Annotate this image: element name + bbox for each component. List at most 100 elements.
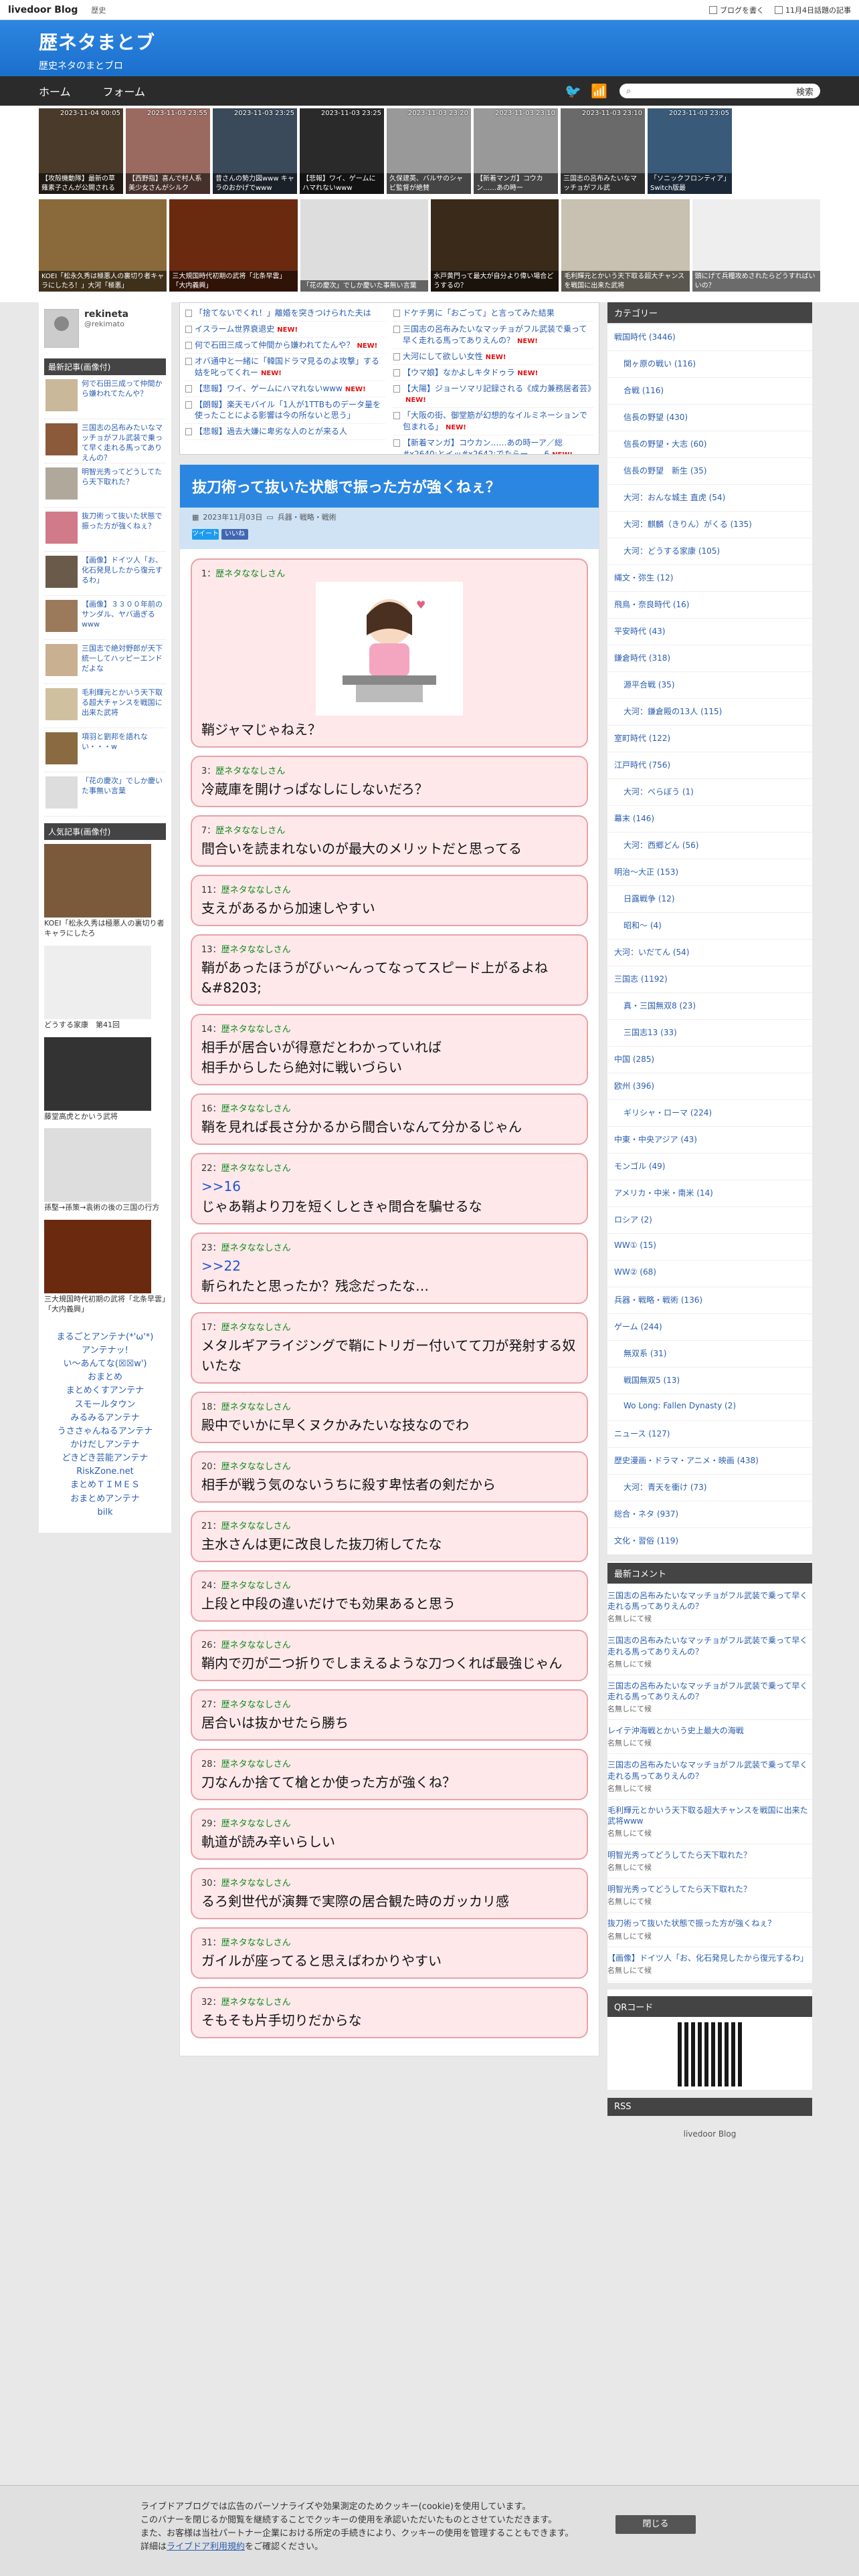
category-link[interactable]: 中東・中央アジア (43)	[607, 1127, 812, 1154]
comment-article-link[interactable]: 毛利輝元とかいう天下取る超大チャンスを戦国に出来た武将www	[607, 1805, 812, 1826]
news-title[interactable]: オバ通中と一緒に「韓国ドラマ見るのよ攻撃」する姑を叱ってくれー	[195, 356, 379, 377]
antenna-link[interactable]: まるごとアンテナ(*'ω'*)	[44, 1331, 166, 1344]
thumbnail-caption[interactable]: 【新着マンガ】コウカン……あの時ー	[474, 173, 558, 194]
featured-caption[interactable]: 頭にげて兵糧攻めされたらどうすればいいの？	[692, 271, 820, 292]
news-item[interactable]: 【ウマ娘】なかよしキタドゥラ NEW!	[393, 365, 593, 381]
news-item[interactable]: 【大陽】ジョーソマリ記録される《成力兼務居者芸》 NEW!	[393, 381, 595, 409]
news-item[interactable]: 【悲報】ワイ、ゲームにハマれないwww NEW!	[185, 381, 385, 397]
recent-title[interactable]: 【画像】ドイツ人「お、化石発見したから復元するわ」	[82, 556, 165, 591]
category-link[interactable]: 信長の野望 新生 (35)	[607, 458, 812, 485]
popular-title[interactable]: どうする家康 第41回	[44, 1021, 166, 1031]
search-button[interactable]: 検索	[796, 85, 814, 98]
category-link[interactable]: 大河：どうする家康 (105)	[607, 538, 812, 565]
category-link[interactable]: WW② (68)	[607, 1261, 812, 1287]
recent-item[interactable]: 明智光秀ってどうしてたら天下取れた？	[44, 463, 166, 508]
article-category[interactable]: 兵器・戦略・戦術	[278, 512, 337, 522]
thumbnail-card[interactable]: 2023-11-03 23:25 【悲報】ワイ、ゲームにハマれないwww	[300, 108, 384, 194]
featured-card[interactable]: KOEI「松永久秀は極悪人の裏切り者キャラにしたろ！」大河「極悪」	[39, 199, 167, 292]
news-title[interactable]: 「大阪の街、御堂筋が幻想的なイルミネーションで包まれる」	[403, 411, 587, 431]
thumbnail-card[interactable]: 2023-11-03 23:05 「ソニックフロンティア」Switch版最	[648, 108, 732, 194]
recent-thumb[interactable]	[45, 556, 78, 588]
category-link[interactable]: Wo Long: Fallen Dynasty (2)	[607, 1394, 812, 1421]
popular-title[interactable]: 藤堂高虎とかいう武将	[44, 1112, 166, 1122]
nav-form[interactable]: フォーム	[103, 83, 146, 99]
category-link[interactable]: 大河：いだてん (54)	[607, 940, 812, 966]
recent-thumb[interactable]	[45, 423, 78, 455]
recent-item[interactable]: 毛利輝元とかいう天下取る超大チャンスを戦国に出来た武将	[44, 684, 166, 728]
news-title[interactable]: 三国志の呂布みたいなマッチョがフル武装で乗って早く走れる馬ってありえんの？	[403, 324, 587, 345]
comment-article-link[interactable]: 【画像】ドイツ人「お、化石発見したから復元するわ」	[607, 1953, 812, 1963]
antenna-link[interactable]: おまとめアンテナ	[44, 1493, 166, 1506]
news-item[interactable]: 大河にして欲しい女性 NEW!	[393, 349, 593, 365]
category-link[interactable]: 縄文・弥生 (12)	[607, 565, 812, 592]
comment-article-link[interactable]: 三国志の呂布みたいなマッチョがフル武装で乗って早く走れる馬ってありえんの？	[607, 1759, 812, 1781]
news-title[interactable]: 大河にして欲しい女性	[403, 352, 483, 361]
popular-thumb[interactable]	[44, 945, 151, 1019]
news-title[interactable]: 何で石田三成って仲間から嫌われてたんや？	[195, 340, 354, 350]
popular-thumb[interactable]	[44, 1037, 151, 1111]
comment-article-link[interactable]: レイテ沖海戦とかいう史上最大の海戦	[607, 1725, 812, 1736]
featured-caption[interactable]: 三大規国時代初期の武将「北条早雲」「大内義興」	[169, 271, 298, 292]
comment-article-link[interactable]: 三国志の呂布みたいなマッチョがフル武装で乗って早く走れる馬ってありえんの？	[607, 1635, 812, 1656]
thumbnail-caption[interactable]: 【悲報】ワイ、ゲームにハマれないwww	[300, 173, 384, 194]
avatar[interactable]	[44, 309, 79, 348]
write-blog-link[interactable]: ブログを書く	[709, 5, 764, 15]
thumbnail-caption[interactable]: 三国志の呂布みたいなマッチョがフル武	[561, 173, 645, 194]
category-link[interactable]: 真・三国無双8 (23)	[607, 993, 812, 1020]
antenna-link[interactable]: い～あんてな(☒☒w')	[44, 1358, 166, 1371]
category-link[interactable]: 平安時代 (43)	[607, 619, 812, 645]
antenna-link[interactable]: かけだしアンテナ	[44, 1438, 166, 1452]
comment-article-link[interactable]: 明智光秀ってどうしてたら天下取れた？	[607, 1884, 812, 1895]
news-title[interactable]: イスラーム世界衰退史	[195, 324, 274, 334]
category-link[interactable]: 信長の野望・大志 (60)	[607, 431, 812, 458]
category-link[interactable]: 兵器・戦略・戦術 (136)	[607, 1287, 812, 1314]
antenna-link[interactable]: まとめＴＩＭＥＳ	[44, 1479, 166, 1492]
category-link[interactable]: ニュース (127)	[607, 1421, 812, 1448]
thumbnail-card[interactable]: 2023-11-03 23:55 【西野指】喜んで村人系美少女さんがシルク	[126, 108, 210, 194]
antenna-link[interactable]: bilk	[44, 1506, 166, 1519]
featured-caption[interactable]: 毛利輝元とかいう天下取る超大チャンスを戦国に出来た武将	[561, 271, 690, 292]
popular-title[interactable]: 三大規国時代初期の武将「北条早雲」「大内義興」	[44, 1295, 166, 1315]
news-item[interactable]: 【朗報】楽天モバイル「1人が1TTBものデータ量を使ったことによる影響は今の所な…	[185, 397, 385, 425]
nav-home[interactable]: ホーム	[39, 83, 71, 99]
category-link[interactable]: 歴史漫画・ドラマ・アニメ・映画 (438)	[607, 1448, 812, 1475]
news-title[interactable]: 【ウマ娘】なかよしキタドゥラ	[403, 368, 514, 377]
news-title[interactable]: 【大陽】ジョーソマリ記録される《成力兼務居者芸》	[403, 384, 595, 393]
reply-anchor[interactable]: >>22	[201, 1256, 577, 1276]
thumbnail-card[interactable]: 2023-11-03 23:20 久保建英、バルサのシャビ監督が絶賛	[387, 108, 471, 194]
category-link[interactable]: 大河：鎌倉殿の13人 (115)	[607, 699, 812, 726]
recent-thumb[interactable]	[45, 467, 78, 500]
recent-title[interactable]: 明智光秀ってどうしてたら天下取れた？	[82, 467, 165, 503]
category-link[interactable]: 昭和～ (4)	[607, 913, 812, 940]
category-link[interactable]: 大河：青天を衝け (73)	[607, 1475, 812, 1501]
recent-thumb[interactable]	[45, 644, 78, 676]
profile-name[interactable]: rekineta	[84, 309, 128, 320]
topic-articles-link[interactable]: 11月4日話題の記事	[775, 5, 851, 15]
twitter-icon[interactable]: 🐦	[565, 83, 581, 99]
category-link[interactable]: ギリシャ・ローマ (224)	[607, 1100, 812, 1127]
thumbnail-caption[interactable]: 昔さんの勢力図www キャラのおかげでwww	[213, 173, 297, 194]
featured-card[interactable]: 頭にげて兵糧攻めされたらどうすればいいの？	[692, 199, 820, 292]
thumbnail-card[interactable]: 2023-11-03 23:25 昔さんの勢力図www キャラのおかげでwww	[213, 108, 297, 194]
category-link[interactable]: 三国志 (1192)	[607, 966, 812, 993]
category-link[interactable]: 三国志13 (33)	[607, 1020, 812, 1047]
recent-thumb[interactable]	[45, 512, 78, 544]
popular-title[interactable]: 孫堅→孫策→袁術の後の三国の行方	[44, 1203, 166, 1213]
recent-title[interactable]: 【画像】３３００年前のサンダル、ヤバ過ぎるwww	[82, 600, 165, 635]
comment-article-link[interactable]: 三国志の呂布みたいなマッチョがフル武装で乗って早く走れる馬ってありえんの？	[607, 1590, 812, 1612]
thumbnail-caption[interactable]: 久保建英、バルサのシャビ監督が絶賛	[387, 173, 471, 194]
recent-title[interactable]: 三国志の呂布みたいなマッチョがフル武装で乗って早く走れる馬ってありえんの？	[82, 423, 165, 462]
category-link[interactable]: 室町時代 (122)	[607, 726, 812, 752]
category-link[interactable]: 戦国時代 (3446)	[607, 324, 812, 351]
recent-thumb[interactable]	[45, 776, 78, 809]
blog-title[interactable]: 歴ネタまとブ	[39, 28, 859, 55]
news-title[interactable]: 【悲報】過去大嫌に卑劣な人のとが来る人	[195, 427, 347, 436]
featured-card[interactable]: 三大規国時代初期の武将「北条早雲」「大内義興」	[169, 199, 298, 292]
comment-article-link[interactable]: 三国志の呂布みたいなマッチョがフル武装で乗って早く走れる馬ってありえんの？	[607, 1681, 812, 1702]
recent-item[interactable]: 「花の慶次」でしか慶いた事無い言葉	[44, 772, 166, 817]
recent-item[interactable]: 【画像】３３００年前のサンダル、ヤバ過ぎるwww	[44, 596, 166, 640]
recent-thumb[interactable]	[45, 732, 78, 764]
news-title[interactable]: 【悲報】ワイ、ゲームにハマれないwww	[195, 384, 343, 393]
thumbnail-caption[interactable]: 【西野指】喜んで村人系美少女さんがシルク	[126, 173, 210, 194]
terms-link[interactable]: ライブドア利用規約	[167, 2542, 245, 2552]
